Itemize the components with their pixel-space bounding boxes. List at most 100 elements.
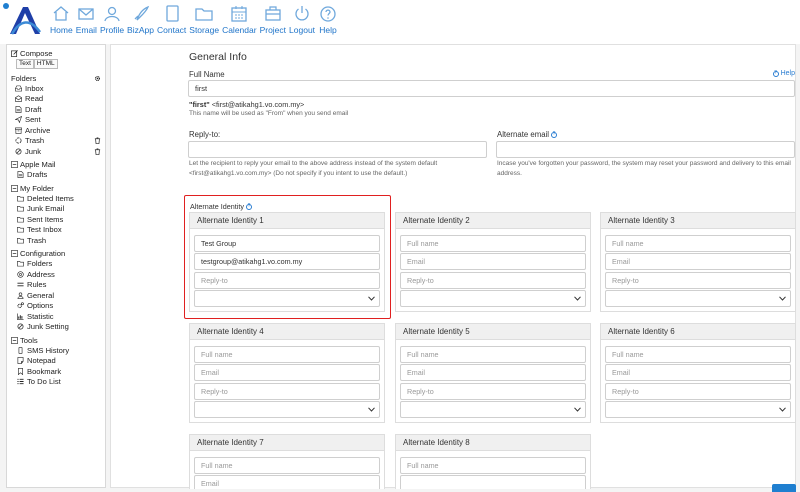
identity-select[interactable] [400, 400, 586, 418]
folder-label: Trash [27, 235, 47, 245]
gear-icon[interactable] [94, 75, 101, 82]
identity-email-input[interactable] [400, 475, 586, 489]
sidebar-item-config-folders[interactable]: Folders [11, 259, 101, 270]
sidebar-item-options[interactable]: Options [11, 301, 101, 312]
config-label: Folders [27, 259, 53, 269]
question-icon[interactable]: ? [551, 131, 558, 138]
nav-label: Email [75, 25, 97, 35]
sidebar-item-junk[interactable]: Junk [11, 146, 101, 157]
compose-html-button[interactable]: HTML [33, 59, 58, 69]
sidebar-item-test-inbox[interactable]: Test Inbox [11, 225, 101, 236]
sidebar-item-drafts[interactable]: Drafts [11, 170, 101, 181]
sidebar-item-trash[interactable]: Trash [11, 136, 101, 147]
nav-email[interactable]: Email [76, 4, 97, 35]
identity-email-input[interactable]: Email [194, 364, 380, 382]
folder-label: Test Inbox [27, 225, 62, 235]
folder-icon [17, 261, 24, 267]
folder-icon [17, 206, 24, 212]
app-logo[interactable] [6, 4, 42, 36]
nav-logout[interactable]: Logout [289, 4, 315, 35]
identity-name-input[interactable]: Full name [194, 346, 380, 363]
alt-identity-panel-4: Alternate Identity 4 Full name Email Rep… [189, 323, 385, 423]
identity-email-input[interactable]: Email [400, 364, 586, 382]
nav-bizapp[interactable]: BizApp [127, 4, 154, 35]
identity-email-input[interactable]: Email [605, 253, 791, 271]
sidebar-item-junk-email[interactable]: Junk Email [11, 204, 101, 215]
compose-text-button[interactable]: Text [16, 59, 34, 69]
panel-title: Alternate Identity 8 [396, 435, 590, 451]
apple-mail-header[interactable]: Apple Mail [11, 160, 101, 170]
nav-home[interactable]: Home [50, 4, 73, 35]
sidebar: Compose Text HTML Folders Inbox Read Dra… [6, 44, 106, 488]
sidebar-item-todo[interactable]: To Do List [11, 377, 101, 388]
main-nav: Home Email Profile BizApp Contact Storag… [50, 4, 341, 35]
sidebar-item-rules[interactable]: Rules [11, 280, 101, 291]
config-label: General [27, 290, 55, 300]
recycle-icon [15, 137, 22, 144]
identity-email-input[interactable]: Email [605, 364, 791, 382]
identity-name-input[interactable]: Full name [400, 235, 586, 252]
sidebar-item-inbox[interactable]: Inbox [11, 83, 101, 94]
trash-icon[interactable] [94, 137, 101, 145]
rules-icon [17, 282, 24, 287]
sidebar-item-general[interactable]: General [11, 290, 101, 301]
tool-label: To Do List [27, 377, 61, 387]
alt-hint-1: Incase you've forgotten your password, t… [497, 160, 791, 167]
identity-name-input[interactable]: Full name [605, 346, 791, 363]
identity-reply-input[interactable]: Reply-to [605, 382, 791, 400]
sidebar-item-myfolder-trash[interactable]: Trash [11, 235, 101, 246]
help-link[interactable]: ? Help [772, 70, 795, 77]
read-icon [15, 95, 22, 102]
sidebar-item-notepad[interactable]: Notepad [11, 356, 101, 367]
identity-select[interactable] [605, 400, 791, 418]
identity-email-input[interactable]: Email [194, 475, 380, 489]
nav-project[interactable]: Project [260, 4, 286, 35]
sidebar-item-sent-items[interactable]: Sent Items [11, 214, 101, 225]
identity-reply-input[interactable]: Reply-to [400, 382, 586, 400]
identity-name-input[interactable]: Full name [605, 235, 791, 252]
identity-reply-input[interactable]: Reply-to [605, 271, 791, 289]
folders-header: Folders [11, 73, 101, 83]
sidebar-item-archive[interactable]: Archive [11, 125, 101, 136]
sidebar-item-draft[interactable]: Draft [11, 104, 101, 115]
identity-reply-input[interactable]: Reply-to [194, 382, 380, 400]
panel-title: Alternate Identity 3 [601, 213, 795, 229]
nav-contact[interactable]: Contact [157, 4, 186, 35]
sidebar-item-sms-history[interactable]: SMS History [11, 345, 101, 356]
identity-name-input[interactable]: Full name [400, 346, 586, 363]
nav-storage[interactable]: Storage [189, 4, 219, 35]
identity-select[interactable] [194, 400, 380, 418]
trash-icon[interactable] [94, 148, 101, 155]
sidebar-item-sent[interactable]: Sent [11, 115, 101, 126]
sidebar-item-junk-setting[interactable]: Junk Setting [11, 322, 101, 333]
alt-identity-panel-7: Alternate Identity 7 Full name Email [189, 434, 385, 489]
sidebar-item-bookmark[interactable]: Bookmark [11, 366, 101, 377]
from-preview: "first" <first@atikahg1.vo.com.my> [189, 100, 304, 109]
sidebar-item-address[interactable]: Address [11, 269, 101, 280]
list-icon [17, 379, 24, 385]
my-folder-header[interactable]: My Folder [11, 183, 101, 193]
identity-email-input[interactable]: Email [400, 253, 586, 271]
tools-header[interactable]: Tools [11, 335, 101, 345]
nav-calendar[interactable]: Calendar [222, 4, 257, 35]
configuration-header[interactable]: Configuration [11, 249, 101, 259]
sidebar-item-deleted-items[interactable]: Deleted Items [11, 193, 101, 204]
identity-select[interactable] [605, 289, 791, 307]
alt-email-input[interactable] [496, 141, 795, 158]
sidebar-item-read[interactable]: Read [11, 94, 101, 105]
identity-name-input[interactable]: Full name [400, 457, 586, 474]
identity-reply-input[interactable]: Reply-to [400, 271, 586, 289]
full-name-input[interactable]: first [188, 80, 795, 97]
reply-hint-1: Let the recipient to reply your email to… [189, 160, 438, 167]
reply-to-input[interactable] [188, 141, 487, 158]
compose-link[interactable]: Compose [11, 48, 101, 58]
identity-select[interactable] [400, 289, 586, 307]
identity-name-input[interactable]: Full name [194, 457, 380, 474]
nav-profile[interactable]: Profile [100, 4, 124, 35]
storage-icon [195, 8, 213, 21]
nav-help[interactable]: Help [318, 4, 338, 35]
config-label: Rules [27, 280, 47, 290]
alt-hint-2: address. [497, 170, 522, 177]
chat-button[interactable] [772, 484, 796, 492]
sidebar-item-statistic[interactable]: Statistic [11, 311, 101, 322]
